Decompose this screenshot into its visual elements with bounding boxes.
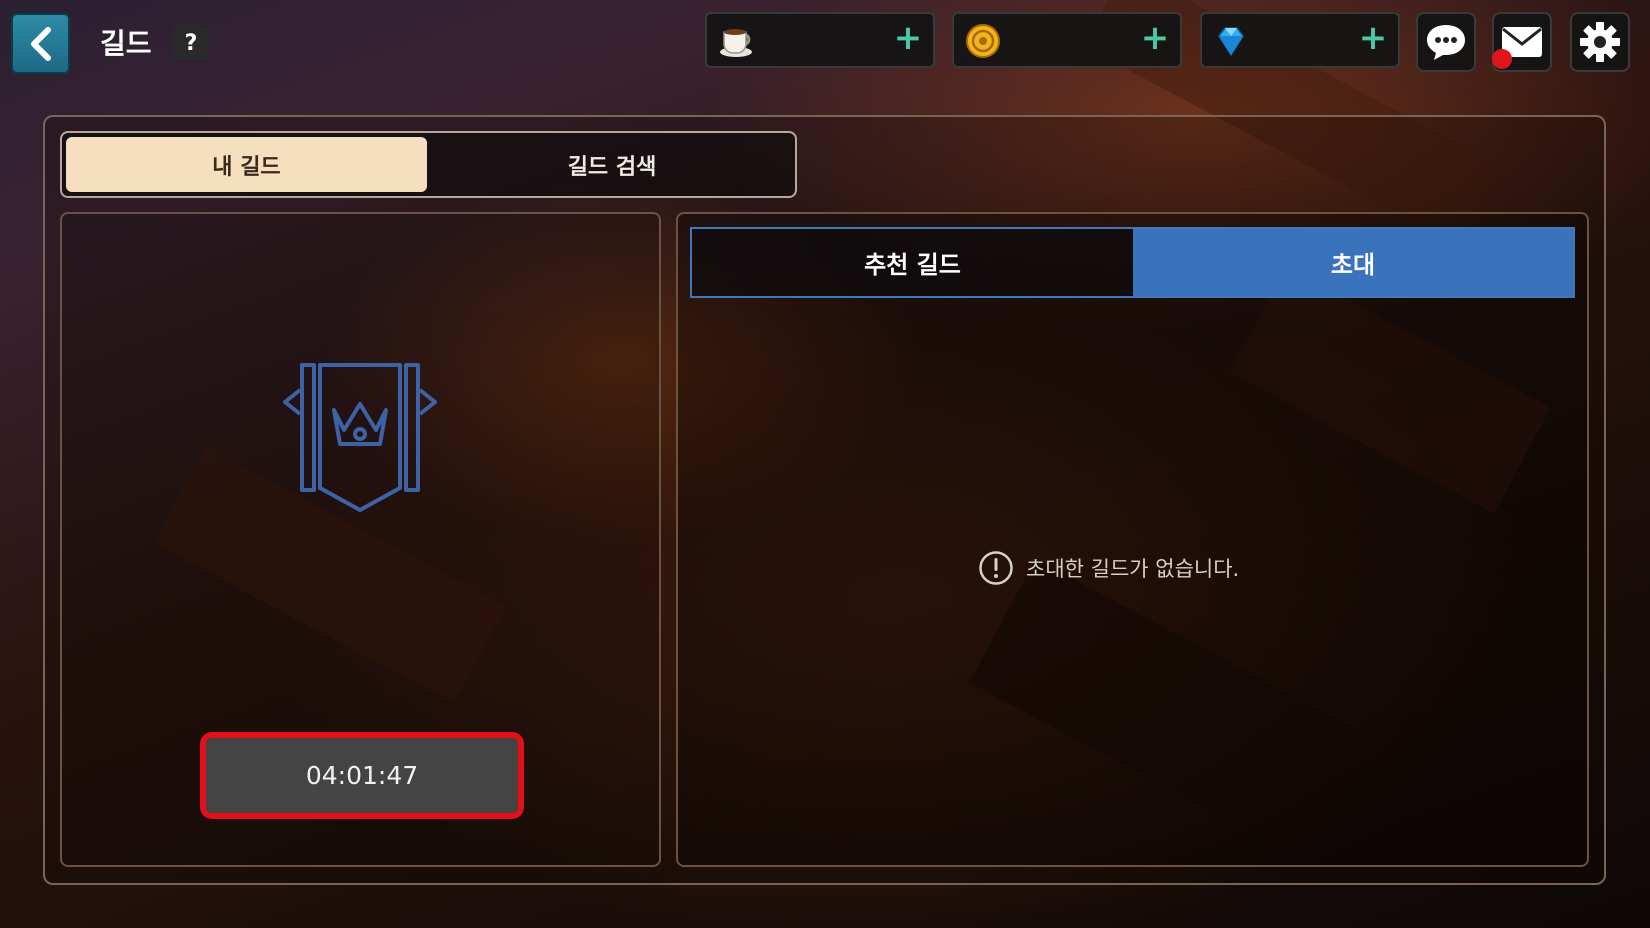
add-coffee-button[interactable]: +	[893, 21, 923, 55]
mail-notification-badge	[1492, 49, 1512, 69]
gear-icon	[1580, 22, 1620, 62]
diamond-gem-icon	[1218, 27, 1244, 57]
guild-list-panel	[676, 212, 1589, 867]
gold-coin-icon	[966, 24, 1000, 58]
currency-gold: +	[952, 12, 1182, 68]
tab-guild-search[interactable]: 길드 검색	[431, 137, 793, 192]
guild-subtab-bar: 추천 길드 초대	[690, 227, 1575, 298]
settings-button[interactable]	[1570, 12, 1630, 72]
add-diamond-button[interactable]: +	[1358, 21, 1388, 55]
back-button[interactable]	[11, 13, 70, 74]
tab-my-guild[interactable]: 내 길드	[66, 137, 427, 192]
chat-bubble-icon	[1427, 25, 1465, 60]
empty-state: 초대한 길드가 없습니다.	[978, 548, 1239, 588]
currency-diamond: +	[1200, 12, 1400, 68]
add-gold-button[interactable]: +	[1140, 21, 1170, 55]
tab-invitations[interactable]: 초대	[1133, 229, 1573, 296]
help-button[interactable]: ?	[173, 25, 209, 61]
page-title: 길드	[100, 27, 152, 60]
guild-timer-button[interactable]: 04:01:47	[206, 738, 518, 813]
chat-button[interactable]	[1416, 12, 1476, 72]
tab-recommended-guilds[interactable]: 추천 길드	[692, 229, 1133, 296]
chevron-left-icon	[30, 26, 51, 61]
guild-tab-bar: 내 길드 길드 검색	[60, 131, 797, 198]
currency-coffee: +	[705, 12, 935, 68]
exclamation-circle-icon	[979, 551, 1013, 585]
guild-banner-crown-icon	[283, 363, 437, 512]
coffee-cup-icon	[720, 29, 752, 57]
empty-state-message: 초대한 길드가 없습니다.	[1026, 557, 1240, 581]
